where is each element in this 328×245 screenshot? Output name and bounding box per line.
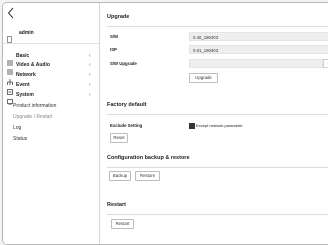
chevron-icon: ‹ [89, 82, 91, 88]
divider [107, 167, 328, 168]
main-content: Upgrade S/W 0.40_190403 ISP 0.01_190403 … [100, 3, 328, 244]
sidebar-subitem-status[interactable]: Status [13, 135, 27, 143]
app-window: admin Basic ‹ Video & Audio ‹ Network ‹ [2, 2, 328, 245]
browse-button[interactable]: ... [323, 59, 328, 68]
sidebar-item-video-audio[interactable]: Video & Audio ‹ [3, 61, 99, 75]
isp-label: ISP [110, 47, 117, 52]
sidebar-item-network[interactable]: Network ‹ [3, 71, 99, 85]
restart-button[interactable]: Restart [111, 219, 134, 229]
chevron-left-icon[interactable] [7, 7, 17, 19]
sidebar-item-label: System [16, 92, 34, 98]
divider [107, 214, 328, 215]
section-title-config-backup: Configuration backup & restore [107, 155, 190, 161]
backup-button[interactable]: Backup [109, 171, 131, 181]
bell-icon [7, 82, 13, 95]
sidebar-item-label: Event [16, 82, 30, 88]
section-title-factory-default: Factory default [107, 102, 147, 108]
sidebar-item-label: Network [16, 72, 36, 78]
sw-upgrade-file-field[interactable] [189, 59, 323, 68]
except-network-label: Except network parameter [196, 123, 243, 128]
chevron-icon: ‹ [89, 53, 91, 59]
sw-version-field: 0.40_190403 [189, 32, 328, 41]
section-title-upgrade: Upgrade [107, 14, 130, 20]
sidebar: admin Basic ‹ Video & Audio ‹ Network ‹ [3, 3, 100, 244]
sidebar-subitem-product-information[interactable]: Product information [13, 102, 56, 110]
sidebar-item-label: Video & Audio [16, 62, 50, 68]
sw-label: S/W [110, 34, 119, 39]
network-icon [7, 72, 13, 85]
divider [3, 43, 99, 44]
list-icon [7, 62, 13, 75]
divider [107, 114, 328, 115]
chevron-icon: ‹ [89, 72, 91, 78]
section-title-restart: Restart [107, 202, 126, 208]
user-icon [7, 30, 12, 43]
isp-version-field: 0.01_190403 [189, 45, 328, 54]
sidebar-subitem-log[interactable]: Log [13, 124, 21, 132]
sidebar-item-basic[interactable]: Basic ‹ [3, 52, 99, 66]
chevron-icon: ‹ [89, 92, 91, 98]
restore-button[interactable]: Restore [135, 171, 160, 181]
sidebar-subitem-upgrade-restart[interactable]: Upgrade / Restart [13, 113, 52, 121]
sidebar-item-label: Basic [16, 53, 30, 59]
divider [107, 26, 328, 27]
sidebar-item-system[interactable]: System ‹ [3, 91, 99, 106]
exclude-setting-label: Exclude Setting [110, 123, 143, 128]
system-icon [7, 92, 13, 106]
grid-icon [7, 53, 13, 66]
upgrade-button[interactable]: Upgrade [189, 73, 218, 83]
username: admin [19, 30, 34, 36]
reset-button[interactable]: Reset [110, 133, 128, 143]
chevron-icon: ‹ [89, 62, 91, 68]
user-info: admin [7, 29, 95, 43]
except-network-checkbox[interactable] [189, 123, 195, 129]
sidebar-item-event[interactable]: Event ‹ [3, 81, 99, 95]
sw-upgrade-label: S/W Upgrade [110, 61, 137, 66]
